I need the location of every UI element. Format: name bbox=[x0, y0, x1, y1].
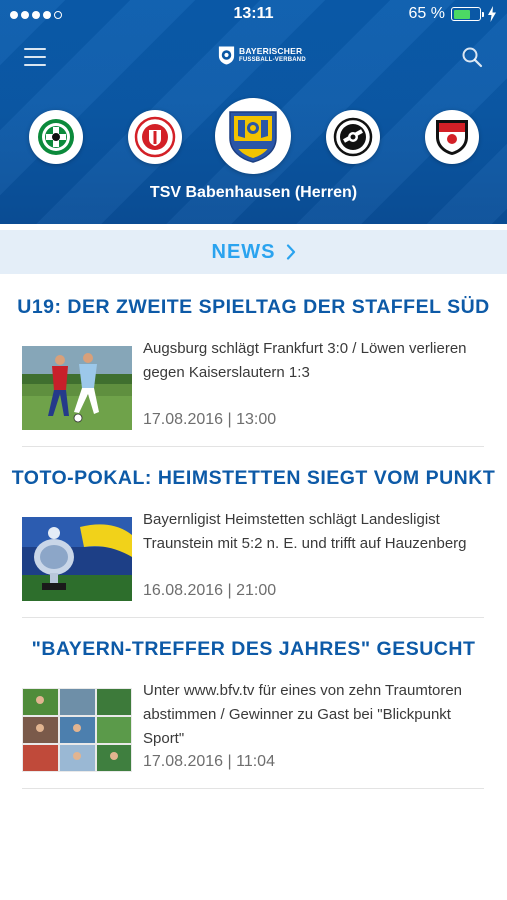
article-headline: U19: DER ZWEITE SPIELTAG DER STAFFEL SÜD bbox=[17, 296, 490, 318]
article-date: 17.08.2016 | 11:04 bbox=[143, 753, 275, 770]
green-club-crest-icon[interactable] bbox=[29, 110, 83, 164]
article-divider bbox=[22, 788, 484, 789]
club-carousel[interactable] bbox=[0, 96, 507, 180]
article-headline: TOTO-POKAL: HEIMSTETTEN SIEGT VOM PUNKT bbox=[11, 467, 496, 489]
battery-percent: 65 % bbox=[408, 5, 445, 22]
article-thumbnail bbox=[22, 346, 132, 430]
battery-fill bbox=[453, 9, 470, 19]
bfv-logo-mark-icon bbox=[218, 46, 235, 65]
article-teaser: Augsburg schlägt Frankfurt 3:0 / Löwen v… bbox=[143, 340, 467, 381]
news-section-link[interactable]: NEWS bbox=[0, 230, 507, 274]
battery-icon bbox=[451, 7, 484, 21]
hamburger-menu-icon[interactable] bbox=[24, 48, 46, 66]
bfv-logo: BAYERISCHER FUSSBALL-VERBAND bbox=[217, 44, 306, 66]
search-icon[interactable] bbox=[461, 46, 483, 68]
article-divider bbox=[22, 617, 484, 618]
battery-indicator: 65 % bbox=[409, 5, 497, 23]
status-bar: 13:11 65 % bbox=[0, 0, 507, 30]
article-divider bbox=[22, 446, 484, 447]
logo-subtitle: FUSSBALL-VERBAND bbox=[239, 56, 306, 63]
news-section-label: NEWS bbox=[211, 240, 276, 263]
article-date: 17.08.2016 | 13:00 bbox=[143, 411, 277, 428]
charging-bolt-icon bbox=[488, 6, 496, 22]
red-club-crest-icon[interactable] bbox=[128, 110, 182, 164]
article-teaser: Unter www.bfv.tv für eines von zehn Trau… bbox=[143, 682, 463, 747]
logo-title: BAYERISCHER bbox=[239, 46, 303, 57]
chevron-right-icon bbox=[286, 244, 295, 260]
app-header: 13:11 65 % BAYERISCHER FUSSBALL-VERBAND bbox=[0, 0, 507, 224]
article-teaser: Bayernligist Heimstetten schlägt Landesl… bbox=[143, 511, 467, 552]
red-black-club-crest-icon[interactable] bbox=[425, 110, 479, 164]
black-white-club-crest-icon[interactable] bbox=[326, 110, 380, 164]
tsv-babenhausen-crest-icon[interactable] bbox=[215, 98, 291, 174]
article-date: 16.08.2016 | 21:00 bbox=[143, 582, 277, 599]
selected-team-name: TSV Babenhausen (Herren) bbox=[149, 184, 358, 201]
article-thumbnail bbox=[22, 517, 132, 601]
article-thumbnail bbox=[22, 688, 132, 772]
article-headline: "BAYERN-TREFFER DES JAHRES" GESUCHT bbox=[31, 638, 476, 660]
